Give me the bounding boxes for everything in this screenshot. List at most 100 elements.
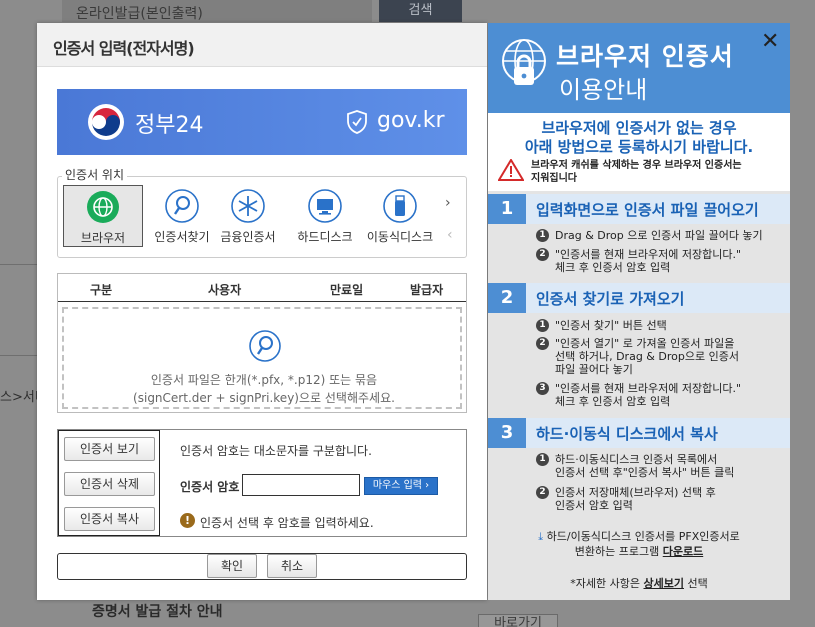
section-title: 입력화면으로 인증서 파일 끌어오기: [536, 201, 759, 219]
globe-lock-icon: [502, 39, 546, 85]
location-find-cert-label: 인증서찾기: [154, 230, 210, 244]
bg-section-title: 증명서 발급 절차 안내: [92, 604, 223, 620]
location-hard-disk-label: 하드디스크: [297, 230, 353, 244]
download-arrow-icon: ⤓: [538, 530, 544, 543]
certificate-action-buttons: 인증서 보기 인증서 삭제 인증서 복사: [58, 430, 160, 536]
pfx-note-line1: 하드/이동식디스크 인증서를 PFX인증서로: [546, 530, 740, 543]
cache-warning-line1: 브라우저 캐쉬를 삭제하는 경우 브라우저 인증서는: [531, 160, 742, 171]
help-title-line1: 브라우저 인증서: [556, 42, 734, 71]
dialog-title: 인증서 입력(전자서명): [53, 39, 195, 58]
certificate-list-header: 구분 사용자 만료일 발급자: [58, 274, 466, 302]
help-intro-line2: 아래 방법으로 등록하시기 바랍니다.: [524, 138, 754, 156]
help-intro-line1: 브라우저에 인증서가 없는 경우: [541, 119, 737, 137]
step-number: 2: [536, 337, 549, 350]
column-type: 구분: [90, 283, 113, 297]
bg-row-label: 온라인발급(본인출력): [62, 0, 372, 22]
detail-note-prefix: *자세한 사항은: [570, 577, 640, 590]
help-step: 1 "인증서 찾기" 버튼 선택: [536, 319, 667, 332]
drop-zone-text-line1: 인증서 파일은 한개(*.pfx, *.p12) 또는 묶음: [150, 373, 378, 387]
certificate-location-legend: 인증서 위치: [62, 166, 128, 183]
location-browser-label: 브라우저: [80, 231, 126, 245]
shield-check-icon: [347, 110, 367, 134]
password-input[interactable]: [242, 474, 360, 496]
password-label: 인증서 암호: [180, 480, 240, 494]
cancel-button[interactable]: 취소: [267, 554, 317, 578]
location-hard-disk[interactable]: 하드디스크: [285, 188, 365, 245]
magnifier-icon: [165, 189, 199, 223]
dialog-footer: [57, 553, 467, 580]
govkr-domain-text: gov.kr: [377, 108, 445, 133]
step-text: "인증서 찾기" 버튼 선택: [555, 319, 667, 332]
gov24-logo-text: 정부24: [135, 113, 204, 138]
section-title: 하드·이동식 디스크에서 복사: [536, 425, 718, 443]
help-section-1: 1 입력화면으로 인증서 파일 끌어오기: [488, 194, 790, 224]
location-financial-cert[interactable]: 금융인증서: [208, 188, 288, 245]
bg-search-button: 검색: [379, 0, 462, 22]
help-step: 1 하드·이동식디스크 인증서 목록에서 인증서 선택 후"인증서 복사" 버튼…: [536, 453, 734, 479]
taegeuk-emblem-icon: [88, 104, 124, 140]
ok-button[interactable]: 확인: [207, 554, 257, 578]
help-step: 2 인증서 저장매체(브라우저) 선택 후 인증서 암호 입력: [536, 486, 716, 512]
copy-certificate-button[interactable]: 인증서 복사: [64, 507, 155, 531]
cache-warning-text: 브라우저 캐쉬를 삭제하는 경우 브라우저 인증서는 지워집니다: [531, 159, 742, 185]
certificate-drop-zone[interactable]: 인증서 파일은 한개(*.pfx, *.p12) 또는 묶음 (signCert…: [62, 307, 462, 409]
location-removable-disk[interactable]: 이동식디스크: [360, 188, 440, 245]
step-text: "인증서 열기" 로 가져올 인증서 파일을: [555, 337, 735, 350]
magnifier-icon: [249, 330, 281, 362]
step-number: 1: [536, 229, 549, 242]
help-step: 2 "인증서를 현재 브라우저에 저장합니다." 체크 후 인증서 암호 입력: [536, 248, 741, 274]
step-text: "인증서를 현재 브라우저에 저장합니다.": [555, 382, 742, 395]
step-text: 인증서 선택 후"인증서 복사" 버튼 클릭: [555, 466, 735, 479]
location-prev-arrow[interactable]: ‹: [447, 227, 453, 243]
bg-divider: [0, 264, 37, 265]
certificate-dialog: 인증서 입력(전자서명) 정부24 gov.kr 인증서 위치 브라우저 인증서…: [37, 23, 487, 600]
step-number: 1: [536, 319, 549, 332]
pfx-conversion-note: ⤓ 하드/이동식디스크 인증서를 PFX인증서로 변환하는 프로그램 다운로드: [488, 529, 790, 559]
step-text: 파일 끌어다 놓기: [555, 363, 633, 376]
location-removable-disk-label: 이동식디스크: [366, 230, 434, 244]
step-text: 인증서 암호 입력: [555, 499, 633, 512]
warning-icon: [498, 159, 524, 181]
location-next-arrow[interactable]: ›: [445, 195, 451, 211]
pfx-note-line2: 변환하는 프로그램: [574, 545, 660, 558]
browser-cert-help-panel: 브라우저 인증서 이용안내 ✕ 브라우저에 인증서가 없는 경우 아래 방법으로…: [488, 23, 790, 600]
globe-icon: [87, 191, 119, 223]
password-case-note: 인증서 암호는 대소문자를 구분합니다.: [180, 444, 372, 458]
pfx-download-link[interactable]: 다운로드: [663, 545, 703, 558]
location-browser[interactable]: 브라우저: [63, 185, 143, 247]
detail-note: *자세한 사항은 상세보기 선택: [488, 575, 790, 591]
column-expiry: 만료일: [330, 283, 364, 297]
step-number: 2: [536, 486, 549, 499]
section-title: 인증서 찾기로 가져오기: [536, 290, 685, 308]
help-title-line2: 이용안내: [559, 76, 648, 104]
step-number: 2: [536, 248, 549, 261]
exclamation-icon: !: [180, 513, 195, 528]
bg-shortcut-button: 바로가기: [478, 614, 558, 627]
step-text: 하드·이동식디스크 인증서 목록에서: [555, 453, 718, 466]
step-number: 3: [536, 382, 549, 395]
view-certificate-button[interactable]: 인증서 보기: [64, 437, 155, 461]
mouse-input-label: 마우스 입력: [372, 480, 422, 491]
section-number: 3: [488, 418, 526, 448]
section-number: 2: [488, 283, 526, 313]
detail-note-suffix: 선택: [687, 577, 708, 590]
password-warning: 인증서 선택 후 암호를 입력하세요.: [200, 516, 374, 530]
asterisk-icon: [231, 189, 265, 223]
help-section-2: 2 인증서 찾기로 가져오기: [488, 283, 790, 313]
password-section: 인증서 보기 인증서 삭제 인증서 복사 인증서 암호는 대소문자를 구분합니다…: [57, 429, 467, 537]
section-number: 1: [488, 194, 526, 224]
detail-view-link[interactable]: 상세보기: [643, 577, 683, 590]
column-user: 사용자: [208, 283, 242, 297]
close-icon[interactable]: ✕: [761, 29, 779, 54]
bg-divider: [0, 355, 37, 356]
cache-warning-line2: 지워집니다: [531, 173, 577, 184]
usb-icon: [383, 189, 417, 223]
step-text: 선택 하거나, Drag & Drop으로 인증서: [555, 350, 739, 363]
help-section-3: 3 하드·이동식 디스크에서 복사: [488, 418, 790, 448]
step-text: 체크 후 인증서 암호 입력: [555, 395, 671, 408]
delete-certificate-button[interactable]: 인증서 삭제: [64, 472, 155, 496]
step-text: 인증서 저장매체(브라우저) 선택 후: [555, 486, 716, 499]
mouse-input-button[interactable]: 마우스 입력 ›: [364, 477, 438, 495]
help-step: 2 "인증서 열기" 로 가져올 인증서 파일을 선택 하거나, Drag & …: [536, 337, 739, 376]
step-text: "인증서를 현재 브라우저에 저장합니다.": [555, 248, 742, 261]
